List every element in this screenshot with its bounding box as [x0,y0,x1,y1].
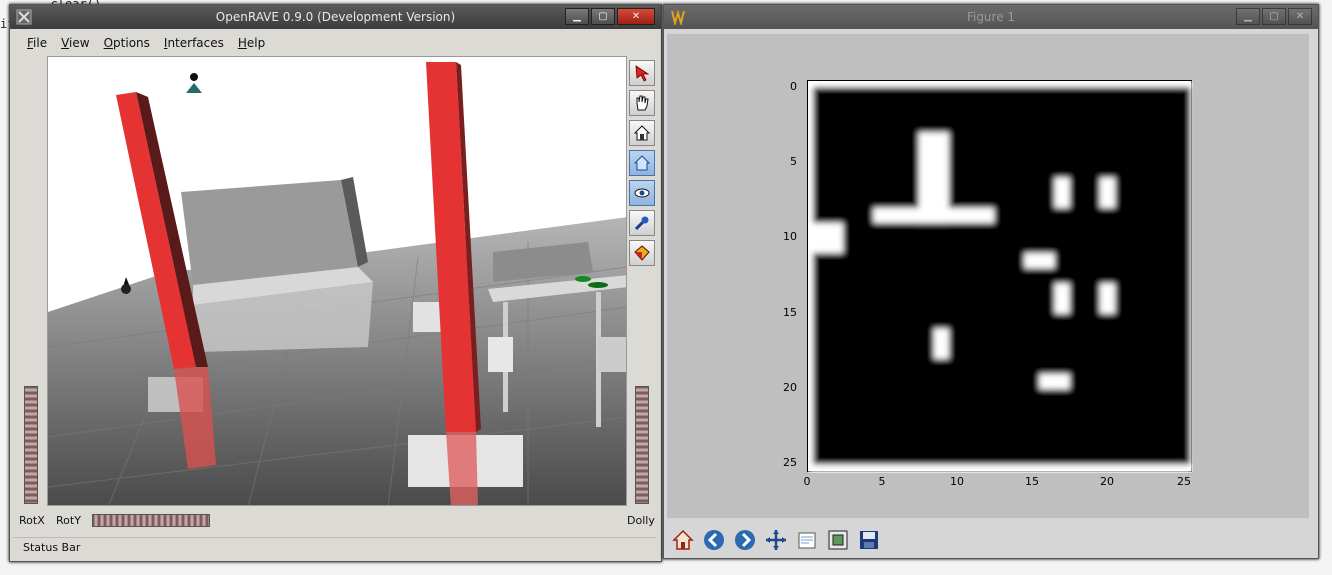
close-button[interactable]: ✕ [1288,8,1312,25]
heatmap-cell-left-notch [813,222,844,254]
heatmap-cell-b7 [1039,373,1070,389]
menu-help[interactable]: Help [231,32,272,54]
menu-interfaces[interactable]: Interfaces [157,32,231,54]
viewer-toolbar [629,60,657,266]
openrave-titlebar[interactable]: OpenRAVE 0.9.0 (Development Version) ▁ ▢… [10,5,661,29]
roty-label: RotY [56,514,81,527]
roty-wheel[interactable] [92,514,210,527]
y-tick: 10 [783,230,797,243]
minimize-button[interactable]: ▁ [1236,8,1260,25]
set-home-icon[interactable] [629,150,655,176]
x-tick: 0 [803,475,811,488]
figure-window: Figure 1 ▁ ▢ ✕ 0 5 10 15 20 25 0 5 10 15… [663,4,1319,559]
heatmap-cell-b2 [1099,177,1115,208]
dolly-label: Dolly [627,514,655,527]
y-tick: 20 [783,381,797,394]
heatmap-image [808,81,1193,473]
forward-icon[interactable] [731,526,758,553]
heatmap-cell-b3 [1024,253,1055,269]
y-tick: 0 [790,80,797,93]
3d-viewport[interactable] [47,56,627,506]
app-icon [16,9,32,25]
hand-icon[interactable] [629,90,655,116]
zoom-icon[interactable] [793,526,820,553]
heatmap-cell-b1 [1054,177,1070,208]
figure-title: Figure 1 [966,10,1016,24]
window-title: OpenRAVE 0.9.0 (Development Version) [215,10,456,24]
status-bar: Status Bar [13,537,656,557]
figure-toolbar [667,522,1309,556]
x-tick: 15 [1025,475,1039,488]
x-tick: 25 [1177,475,1191,488]
perspective-icon[interactable] [629,240,655,266]
x-tick: 20 [1100,475,1114,488]
heatmap-cell-b4 [1054,283,1070,314]
rotx-wheel[interactable] [24,386,38,504]
view-all-icon[interactable] [629,180,655,206]
heatmap-cell-interior [828,102,1191,465]
y-tick: 25 [783,456,797,469]
heatmap-cell-b5 [1099,283,1115,314]
plot-area[interactable] [807,80,1193,473]
dolly-wheel[interactable] [635,386,649,504]
figure-canvas[interactable]: 0 5 10 15 20 25 0 5 10 15 20 25 [667,34,1309,518]
maximize-button[interactable]: ▢ [591,8,615,25]
openrave-window: OpenRAVE 0.9.0 (Development Version) ▁ ▢… [9,4,662,562]
save-icon[interactable] [855,526,882,553]
figure-titlebar[interactable]: Figure 1 ▁ ▢ ✕ [664,5,1318,29]
menubar: File View Options Interfaces Help [10,32,661,54]
rotx-label: RotX [19,514,45,527]
menu-options[interactable]: Options [97,32,157,54]
pointer-icon[interactable] [629,60,655,86]
matplotlib-icon [671,9,685,25]
close-button[interactable]: ✕ [617,8,655,25]
heatmap-cell-b6 [933,328,949,359]
y-tick: 5 [790,155,797,168]
x-tick: 5 [878,475,886,488]
subplots-icon[interactable] [824,526,851,553]
back-icon[interactable] [700,526,727,553]
home-icon[interactable] [669,526,696,553]
home-icon[interactable] [629,120,655,146]
menu-file[interactable]: File [20,32,54,54]
seek-icon[interactable] [629,210,655,236]
y-tick: 15 [783,306,797,319]
scene-render [48,62,626,505]
heatmap-cell-t-bar [873,207,995,223]
menu-view[interactable]: View [54,32,96,54]
x-tick: 10 [950,475,964,488]
maximize-button[interactable]: ▢ [1262,8,1286,25]
minimize-button[interactable]: ▁ [565,8,589,25]
pan-icon[interactable] [762,526,789,553]
